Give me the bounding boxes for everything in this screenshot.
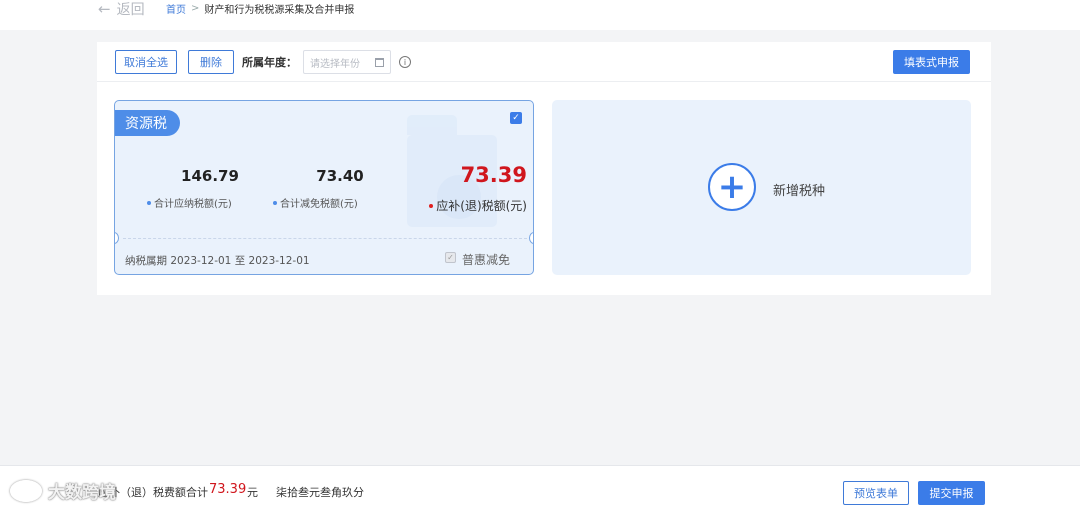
- delete-button[interactable]: 删除: [188, 50, 234, 74]
- info-icon[interactable]: i: [399, 56, 411, 68]
- refund-amount-label: 应补(退)税额(元): [429, 197, 527, 214]
- total-payable-value: 146.79: [181, 167, 239, 185]
- breadcrumb-separator-icon: >: [191, 3, 200, 14]
- breadcrumb-home[interactable]: 首页: [166, 1, 186, 16]
- bullet-dot-icon: [273, 200, 277, 205]
- toolbar: 取消全选 删除 所属年度： 请选择年份 i 填表式申报: [97, 42, 991, 82]
- total-payable-label: 合计应纳税额(元): [147, 195, 232, 210]
- total-unit: 元: [247, 486, 258, 499]
- total-reduction-label: 合计减免税额(元): [273, 195, 358, 210]
- watermark-logo: 大数跨境: [10, 478, 116, 503]
- card-select-checkbox[interactable]: ✓: [510, 112, 522, 124]
- preview-form-button[interactable]: 预览表单: [843, 481, 909, 505]
- add-tax-type-card[interactable]: + 新增税种: [552, 100, 971, 275]
- tax-card-resource-tax[interactable]: 资源税 ✓ 146.79 合计应纳税额(元) 73.40 合计减免税额(元) 7…: [114, 100, 534, 275]
- red-dot-icon: [429, 203, 434, 208]
- year-picker-input[interactable]: 请选择年份: [303, 50, 391, 74]
- footer-bar: 应补（退）税费额合计 73.39 元 柒拾叁元叁角玖分 大数跨境 预览表单 提交…: [0, 465, 1080, 515]
- ticket-notch-right: [529, 232, 533, 244]
- fill-form-declare-button[interactable]: 填表式申报: [893, 50, 970, 74]
- deselect-all-button[interactable]: 取消全选: [115, 50, 177, 74]
- benefit-label: 普惠减免: [462, 253, 511, 267]
- year-placeholder: 请选择年份: [310, 58, 360, 70]
- dashed-divider: [123, 238, 527, 239]
- ticket-notch-left: [115, 232, 119, 244]
- back-arrow-icon: ←: [98, 0, 111, 18]
- tax-type-tag: 资源税: [115, 110, 180, 136]
- back-label: 返回: [116, 2, 145, 18]
- add-tax-type-label: 新增税种: [773, 184, 826, 199]
- calendar-icon: [375, 57, 384, 67]
- submit-declaration-button[interactable]: 提交申报: [918, 481, 985, 505]
- year-label: 所属年度：: [242, 56, 297, 69]
- plus-icon[interactable]: +: [708, 163, 756, 211]
- total-reduction-value: 73.40: [316, 167, 364, 185]
- amount-in-words: 柒拾叁元叁角玖分: [276, 486, 364, 499]
- main-panel: 取消全选 删除 所属年度： 请选择年份 i 填表式申报 资源税 ✓ 146.79…: [97, 42, 991, 295]
- refund-amount-value: 73.39: [460, 163, 527, 187]
- breadcrumb-current: 财产和行为税税源采集及合并申报: [204, 5, 355, 16]
- watermark-text: 大数跨境: [48, 483, 116, 503]
- back-link[interactable]: ← 返回: [98, 0, 145, 18]
- logo-mark-icon: [10, 479, 42, 502]
- total-value: 73.39: [209, 482, 247, 497]
- bullet-dot-icon: [147, 200, 151, 205]
- benefit-checkbox[interactable]: ✓: [445, 252, 456, 263]
- top-bar: ← 返回 首页 > 财产和行为税税源采集及合并申报: [0, 0, 1080, 30]
- breadcrumb: 首页 > 财产和行为税税源采集及合并申报: [166, 1, 354, 16]
- tax-period: 纳税属期 2023-12-01 至 2023-12-01: [125, 255, 310, 267]
